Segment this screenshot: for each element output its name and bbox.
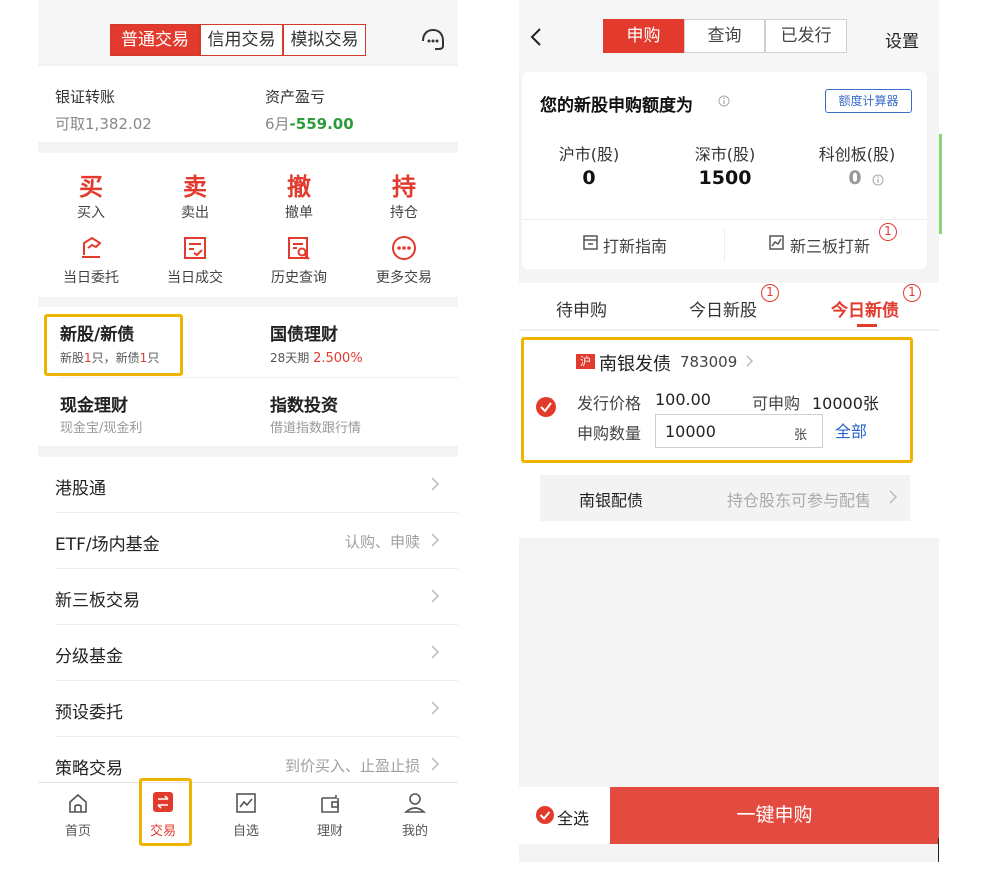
- chart-icon: [769, 235, 784, 250]
- more-trading-label[interactable]: 更多交易: [369, 267, 439, 287]
- chevron-right-icon: [889, 490, 897, 504]
- trade-tab-highlight-box: [139, 778, 192, 846]
- ipo-highlight-box: [44, 314, 183, 376]
- back-icon[interactable]: [529, 27, 543, 47]
- select-all-label[interactable]: 全选: [557, 805, 589, 829]
- history-search-icon[interactable]: [286, 235, 312, 261]
- watchlist-icon: [236, 793, 256, 813]
- settings-link[interactable]: 设置: [885, 27, 919, 52]
- menu-item-structured-fund[interactable]: 分级基金: [38, 625, 458, 681]
- tab-me[interactable]: 我的: [385, 784, 445, 844]
- chevron-right-icon: [431, 589, 440, 603]
- buy-label[interactable]: 买入: [56, 202, 126, 222]
- chevron-right-icon: [431, 477, 440, 491]
- subtab-today-stocks[interactable]: 今日新股: [689, 296, 757, 321]
- tab-subscribe[interactable]: 申购: [603, 19, 684, 53]
- info-icon[interactable]: [872, 174, 884, 186]
- placement-name: 南银配债: [579, 491, 644, 510]
- menu-item-etf[interactable]: ETF/场内基金 认购、申赎: [38, 513, 458, 569]
- buy-glyph[interactable]: 买: [61, 167, 121, 202]
- menu-item-neeq[interactable]: 新三板交易: [38, 569, 458, 625]
- tab-issued[interactable]: 已发行: [765, 19, 847, 53]
- tab-home[interactable]: 首页: [48, 784, 108, 844]
- tab-simulated-trading[interactable]: 模拟交易: [283, 24, 366, 56]
- today-bonds-badge: 1: [903, 284, 921, 302]
- tab-wealth[interactable]: 理财: [300, 784, 360, 844]
- user-icon: [404, 793, 426, 813]
- account-summary-card: 银证转账 可取1,382.02 资产盈亏 6月-559.00: [38, 66, 458, 142]
- chevron-right-icon: [431, 645, 440, 659]
- chevron-right-icon: [431, 701, 440, 715]
- edge-accent: [939, 134, 942, 234]
- index-sub: 借道指数跟行情: [270, 421, 362, 436]
- bank-transfer-title[interactable]: 银证转账: [55, 86, 115, 107]
- neeq-ipo-link[interactable]: 新三板打新: [790, 233, 870, 257]
- chevron-right-icon: [431, 533, 440, 547]
- subtab-pending[interactable]: 待申购: [556, 296, 607, 321]
- quota-title: 您的新股申购额度为: [540, 96, 693, 116]
- quota-calculator-button[interactable]: 额度计算器: [825, 89, 912, 113]
- treasury-sub: 28天期 2.500%: [270, 351, 363, 366]
- quick-actions-card: 买 买入 卖 卖出 撤 撤单 持 持仓 当日委托 当日成交 历史查询 更多交易: [38, 153, 458, 297]
- sz-market-value: 1500: [698, 167, 752, 189]
- sh-market-label: 沪市(股): [558, 145, 620, 164]
- position-glyph[interactable]: 持: [374, 167, 434, 202]
- divider: [724, 228, 725, 262]
- bank-transfer-sub: 可取1,382.02: [55, 115, 152, 133]
- one-click-subscribe-button[interactable]: 一键申购: [610, 787, 939, 844]
- trade-screen: 普通交易 信用交易 模拟交易 银证转账 可取1,382.02 资产盈亏 6月-5…: [38, 0, 458, 862]
- cancel-label[interactable]: 撤单: [264, 202, 334, 222]
- ipo-guide-link[interactable]: 打新指南: [603, 233, 667, 257]
- tab-regular-trading[interactable]: 普通交易: [110, 24, 200, 56]
- quota-card: 您的新股申购额度为 额度计算器 沪市(股) 0 深市(股) 1500 科创板(股…: [522, 72, 927, 269]
- edge-line: [938, 838, 939, 862]
- daily-orders-icon[interactable]: [78, 235, 104, 261]
- home-icon: [69, 793, 87, 813]
- more-icon[interactable]: [391, 235, 417, 261]
- sh-market-value: 0: [582, 167, 596, 189]
- cash-sub: 现金宝/现金利: [60, 421, 143, 436]
- cancel-glyph[interactable]: 撤: [269, 167, 329, 202]
- ipo-subscribe-screen: 申购 查询 已发行 设置 您的新股申购额度为 额度计算器 沪市(股) 0 深市(…: [519, 0, 939, 862]
- treasury-title[interactable]: 国债理财: [270, 320, 338, 345]
- placement-row[interactable]: 南银配债 持仓股东可参与配售: [540, 475, 910, 521]
- chevron-right-icon: [431, 757, 440, 771]
- sell-label[interactable]: 卖出: [160, 202, 230, 222]
- bond-highlight-box: [521, 337, 913, 463]
- today-stocks-badge: 1: [761, 284, 779, 302]
- guide-icon: [583, 235, 598, 250]
- position-label[interactable]: 持仓: [369, 202, 439, 222]
- star-market-value: 0: [848, 167, 862, 189]
- index-title[interactable]: 指数投资: [270, 391, 338, 416]
- asset-pl-sub: 6月-559.00: [265, 115, 354, 133]
- placement-hint: 持仓股东可参与配售: [727, 491, 872, 510]
- tab-watchlist[interactable]: 自选: [216, 784, 276, 844]
- sell-glyph[interactable]: 卖: [165, 167, 225, 202]
- daily-orders-label[interactable]: 当日委托: [56, 267, 126, 287]
- menu-item-preset-order[interactable]: 预设委托: [38, 681, 458, 737]
- star-market-label: 科创板(股): [818, 145, 896, 164]
- info-icon[interactable]: [718, 95, 730, 107]
- divider: [60, 377, 458, 378]
- active-subtab-indicator: [857, 324, 877, 327]
- tab-margin-trading[interactable]: 信用交易: [200, 24, 283, 56]
- trade-header: 普通交易 信用交易 模拟交易: [38, 0, 458, 64]
- cash-title[interactable]: 现金理财: [60, 391, 128, 416]
- subtab-today-bonds[interactable]: 今日新债: [831, 296, 899, 321]
- asset-pl-title[interactable]: 资产盈亏: [265, 86, 325, 107]
- customer-service-icon[interactable]: [420, 27, 446, 53]
- asset-pl-value: -559.00: [289, 115, 354, 133]
- daily-deals-icon[interactable]: [182, 235, 208, 261]
- history-search-label[interactable]: 历史查询: [264, 267, 334, 287]
- divider: [522, 219, 927, 220]
- tab-query[interactable]: 查询: [684, 19, 765, 53]
- sz-market-label: 深市(股): [694, 145, 756, 164]
- select-all-checkbox-icon[interactable]: [536, 806, 554, 824]
- neeq-badge: 1: [879, 223, 897, 241]
- menu-item-hk-connect[interactable]: 港股通: [38, 457, 458, 513]
- daily-deals-label[interactable]: 当日成交: [160, 267, 230, 287]
- wallet-icon: [321, 795, 339, 813]
